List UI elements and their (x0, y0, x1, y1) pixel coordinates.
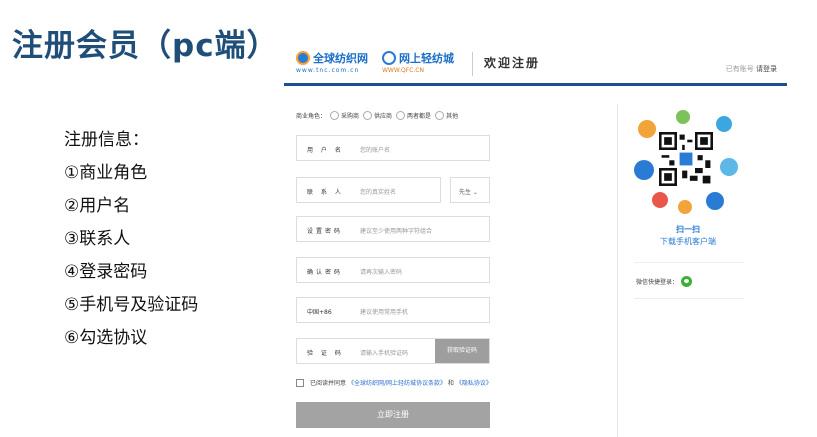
wechat-login: 微信快捷登录： (636, 276, 693, 287)
info-item: ③联系人 (64, 229, 131, 249)
info-item: ②用户名 (64, 196, 131, 216)
role-radio-other[interactable] (435, 111, 445, 120)
header-divider (472, 52, 473, 76)
role-radio-supplier[interactable] (363, 111, 373, 120)
site-header: 全球纺织网 www.tnc.com.cn 网上轻纺城 WWW.QFC.CN 欢迎… (284, 48, 787, 86)
registration-info-list: 注册信息： ①商业角色 ②用户名 ③联系人 ④登录密码 ⑤手机号及验证码 ⑥勾选… (64, 124, 198, 355)
role-radio-buyer[interactable] (330, 111, 340, 120)
contact-name-field[interactable]: 联 系 人 您的真实姓名 (296, 177, 441, 203)
wechat-icon[interactable] (681, 276, 693, 287)
salutation-select[interactable]: 先生 ⌄ (450, 177, 490, 203)
phone-field[interactable]: 中国+86 建议使用常用手机 (296, 297, 490, 323)
scan-title: 扫一扫 (676, 225, 700, 234)
username-field[interactable]: 用 户 名 您的账户名 (296, 135, 490, 161)
tnc-logo[interactable]: 全球纺织网 www.tnc.com.cn (296, 50, 368, 74)
agree-checkbox[interactable] (296, 378, 304, 387)
login-prompt: 已有账号 请登录 (725, 65, 777, 73)
terms-link[interactable]: 《全球纺织网/网上轻纺城协议条款》 (348, 378, 446, 387)
password-field[interactable]: 设置密码 建议至少使用两种字符组合 (296, 216, 490, 242)
business-role-selector: 商业角色： 采购商 供应商 两者都是 其他 (296, 111, 459, 120)
info-item: ①商业角色 (64, 163, 148, 183)
agreement-row: 已阅读并同意 《全球纺织网/网上轻纺城协议条款》 和 《隐私协议》 (296, 378, 492, 387)
info-item: ④登录密码 (64, 262, 148, 282)
qr-code-icon (657, 130, 715, 188)
column-divider (617, 104, 618, 437)
confirm-password-field[interactable]: 确认密码 请再次输入密码 (296, 257, 490, 283)
divider (634, 262, 744, 263)
qfc-emblem-icon (382, 51, 396, 65)
download-app-label[interactable]: 下载手机客户端 (634, 236, 742, 247)
login-link[interactable]: 请登录 (756, 65, 777, 73)
globe-icon (296, 51, 310, 65)
slide-title: 注册会员（pc端） (12, 28, 279, 64)
page-heading: 欢迎注册 (484, 56, 541, 70)
get-code-button[interactable]: 获取验证码 (435, 339, 489, 363)
app-download-qr (632, 108, 742, 218)
info-item: ⑥勾选协议 (64, 328, 148, 348)
info-heading: 注册信息： (64, 130, 149, 150)
register-button[interactable]: 立即注册 (296, 402, 490, 428)
info-item: ⑤手机号及验证码 (64, 295, 199, 315)
verification-code-field[interactable]: 验 证 码 请输入手机验证码 获取验证码 (296, 338, 490, 364)
role-radio-both[interactable] (396, 111, 406, 120)
divider (634, 298, 744, 299)
privacy-link[interactable]: 《隐私协议》 (456, 378, 492, 387)
qfc-logo[interactable]: 网上轻纺城 WWW.QFC.CN (382, 50, 454, 74)
